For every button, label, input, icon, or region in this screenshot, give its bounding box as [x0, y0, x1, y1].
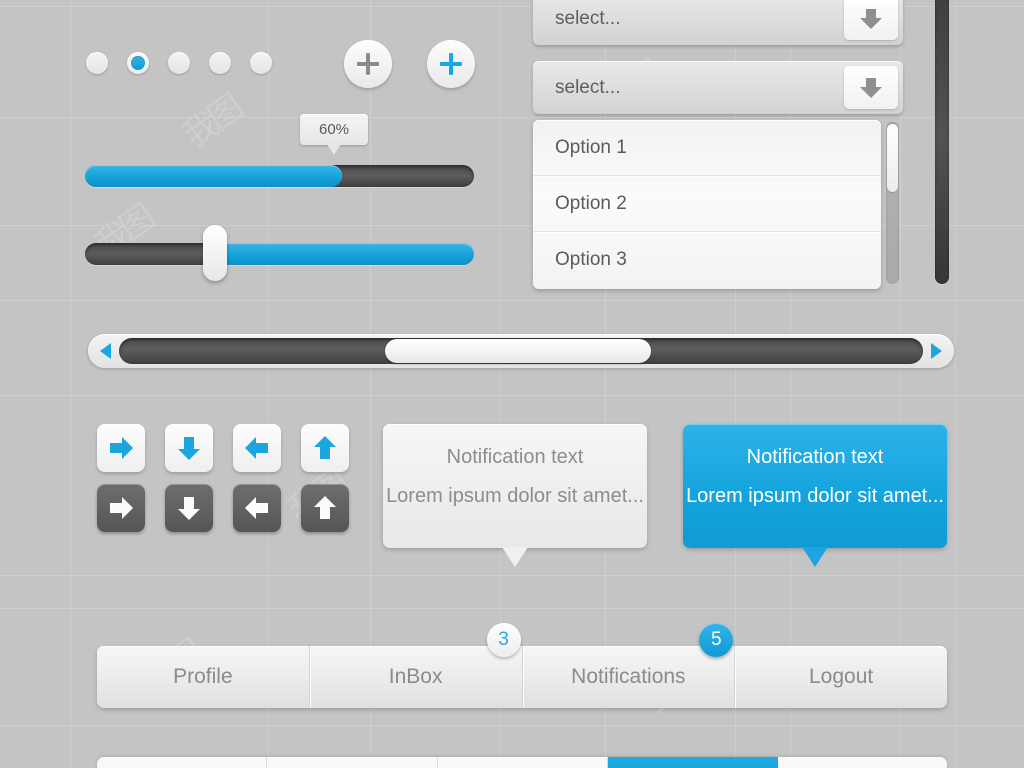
arrow-up-button-dark[interactable] [301, 484, 349, 532]
notification-title: Notification text [746, 446, 884, 468]
range-slider[interactable] [85, 225, 474, 281]
tab-bar: Profile InBox 3 Notifications 5 Logout [97, 623, 947, 708]
progress-tooltip: 60% [300, 114, 368, 155]
range-slider-handle[interactable] [203, 225, 227, 281]
pagination-dot-active[interactable] [127, 52, 149, 74]
range-slider-fill [213, 243, 474, 265]
arrow-down-button-light[interactable] [165, 424, 213, 472]
tab-label: Logout [809, 665, 874, 688]
tab-label: Notifications [571, 665, 686, 688]
horizontal-scrollbar[interactable] [88, 334, 954, 368]
vertical-scrollbar[interactable] [935, 0, 949, 284]
tab-bar-bottom [97, 757, 947, 768]
select-value: select... [555, 7, 621, 29]
arrow-down-button-dark[interactable] [165, 484, 213, 532]
tab-label: Profile [173, 665, 233, 688]
tab-inbox[interactable]: InBox 3 [310, 623, 523, 708]
dropdown-scrollbar-thumb[interactable] [887, 124, 898, 192]
watermark: 我图 [175, 88, 249, 156]
tab-badge-notifications: 5 [699, 623, 734, 657]
notification-bubble-blue: Notification text Lorem ipsum dolor sit … [683, 424, 947, 567]
tab-badge-inbox: 3 [486, 623, 521, 657]
tab-bottom-segment[interactable] [438, 757, 609, 768]
select-dropdown-button[interactable] [844, 66, 898, 109]
arrow-right-button-dark[interactable] [97, 484, 145, 532]
dropdown-options-list[interactable]: Option 1 Option 2 Option 3 [533, 120, 881, 289]
arrow-up-button-light[interactable] [301, 424, 349, 472]
plus-icon [366, 53, 370, 75]
tab-notifications[interactable]: Notifications 5 [523, 623, 736, 708]
progress-bar [85, 165, 474, 187]
arrow-button-grid [97, 424, 349, 544]
pagination-dot[interactable] [209, 52, 231, 74]
notification-title: Notification text [446, 446, 584, 468]
notification-body: Lorem ipsum dolor sit amet... [386, 485, 644, 507]
select-box-top[interactable]: select... [533, 0, 903, 45]
tab-bottom-segment[interactable] [97, 757, 268, 768]
add-button-blue[interactable] [427, 40, 475, 88]
tab-label: InBox [388, 665, 443, 688]
dropdown-option[interactable]: Option 3 [533, 232, 881, 288]
arrow-left-button-dark[interactable] [233, 484, 281, 532]
tab-bottom-segment-active[interactable] [608, 757, 778, 768]
pagination-dot[interactable] [86, 52, 108, 74]
tab-profile[interactable]: Profile [97, 646, 310, 708]
notification-bubble-light: Notification text Lorem ipsum dolor sit … [383, 424, 647, 567]
dropdown-scrollbar[interactable] [886, 122, 899, 284]
notification-body: Lorem ipsum dolor sit amet... [686, 485, 944, 507]
select-value: select... [555, 76, 621, 98]
pagination-dots[interactable] [86, 52, 272, 74]
caret-left-icon[interactable] [100, 343, 111, 359]
arrow-button-row-dark [97, 484, 349, 532]
horizontal-scrollbar-track[interactable] [119, 338, 923, 364]
arrow-right-button-light[interactable] [97, 424, 145, 472]
tab-logout[interactable]: Logout [735, 646, 947, 708]
dropdown-option[interactable]: Option 1 [533, 120, 881, 176]
caret-right-icon[interactable] [931, 343, 942, 359]
arrow-button-row-light [97, 424, 349, 472]
plus-icon [449, 53, 453, 75]
arrow-left-button-light[interactable] [233, 424, 281, 472]
pagination-dot[interactable] [168, 52, 190, 74]
select-dropdown-button[interactable] [844, 0, 898, 40]
pagination-dot[interactable] [250, 52, 272, 74]
tab-bottom-segment[interactable] [778, 757, 947, 768]
add-button-gray[interactable] [344, 40, 392, 88]
progress-value: 60% [318, 121, 350, 138]
select-box-bottom[interactable]: select... [533, 61, 903, 114]
horizontal-scrollbar-thumb[interactable] [385, 339, 651, 363]
tab-bottom-segment[interactable] [267, 757, 438, 768]
progress-bar-fill [85, 165, 342, 187]
dropdown-option[interactable]: Option 2 [533, 176, 881, 232]
